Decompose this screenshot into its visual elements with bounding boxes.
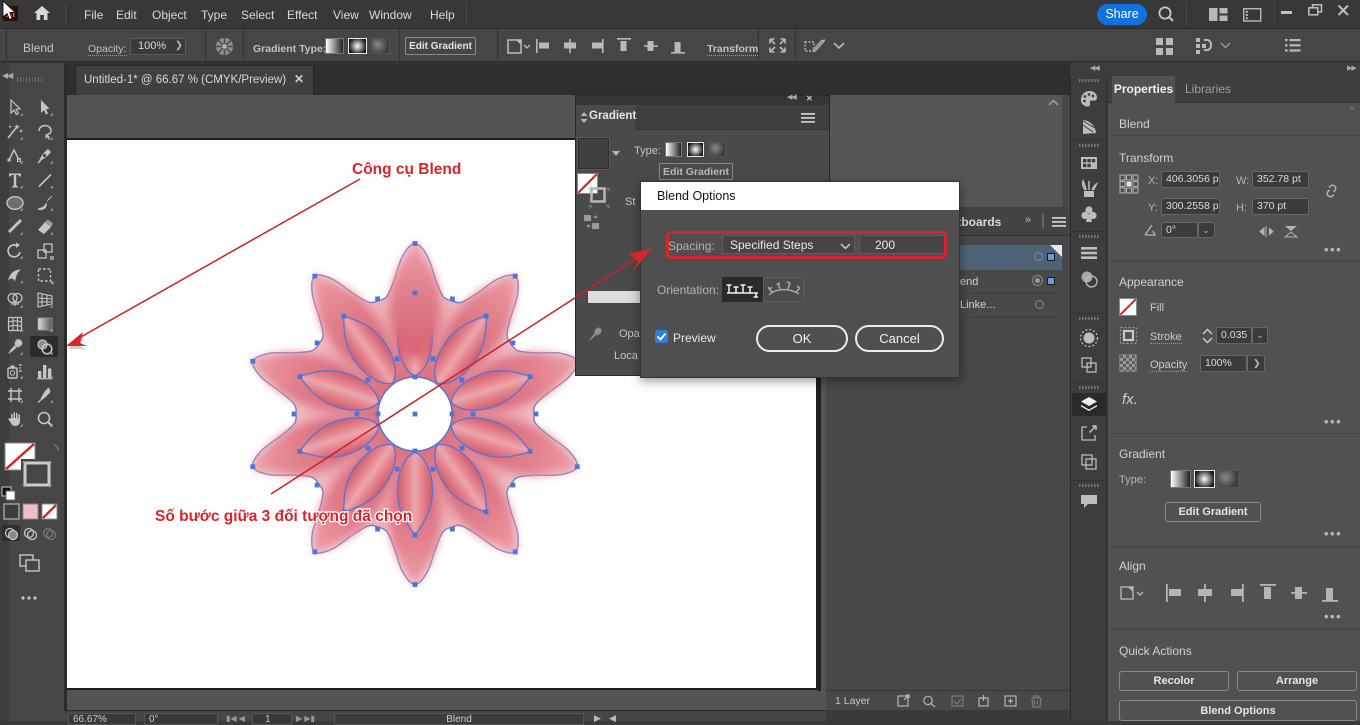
svg-text:?: ? xyxy=(606,188,610,195)
svg-text:?: ? xyxy=(588,205,592,209)
svg-text:?: ? xyxy=(22,461,26,468)
svg-text:?: ? xyxy=(48,484,52,491)
svg-text:?: ? xyxy=(606,205,610,209)
svg-text:?: ? xyxy=(48,461,52,468)
svg-text:?: ? xyxy=(588,188,592,195)
svg-text:?: ? xyxy=(22,484,26,491)
